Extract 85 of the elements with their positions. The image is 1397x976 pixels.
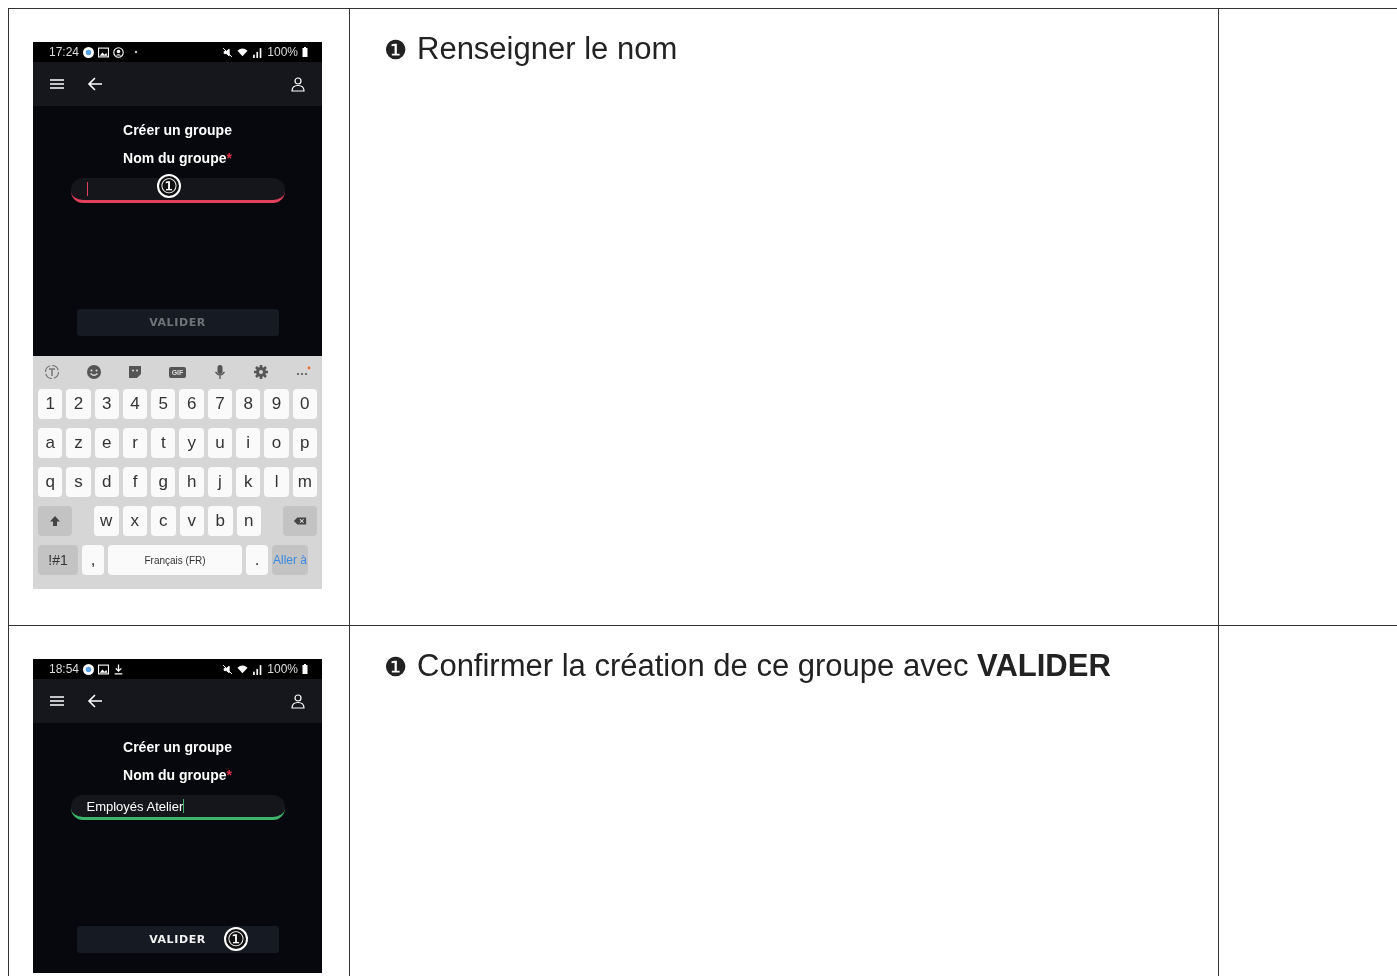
back-arrow-icon[interactable] bbox=[87, 76, 103, 92]
signal-icon bbox=[252, 663, 264, 675]
keyboard-key[interactable]: 4 bbox=[122, 389, 148, 419]
status-time: 17:24 bbox=[49, 45, 80, 59]
symbols-key[interactable]: !#1 bbox=[38, 545, 78, 575]
keyboard-key[interactable]: 5 bbox=[151, 389, 176, 419]
signal-icon bbox=[252, 46, 264, 58]
required-mark: * bbox=[226, 767, 232, 783]
keyboard-key[interactable]: t bbox=[151, 428, 176, 458]
backspace-icon bbox=[293, 515, 307, 527]
keyboard-key[interactable]: u bbox=[207, 428, 233, 458]
backspace-key[interactable] bbox=[283, 506, 317, 536]
shift-arrow-icon bbox=[48, 515, 62, 527]
period-key[interactable]: . bbox=[246, 545, 268, 575]
page-title: Créer un groupe bbox=[123, 739, 232, 755]
battery-icon bbox=[302, 47, 308, 57]
keyboard-key[interactable]: q bbox=[38, 467, 63, 497]
keyboard-key[interactable]: z bbox=[66, 428, 91, 458]
instruction-text: Confirmer la création de ce groupe avec VALIDER bbox=[417, 648, 1111, 684]
user-icon[interactable] bbox=[290, 76, 306, 92]
keyboard-key[interactable]: k bbox=[236, 467, 261, 497]
required-mark: * bbox=[226, 150, 232, 166]
step-marker: ❶ bbox=[384, 35, 407, 66]
battery-percent: 100% bbox=[267, 662, 298, 676]
keyboard-key[interactable]: n bbox=[236, 506, 261, 536]
keyboard-key[interactable]: s bbox=[66, 467, 91, 497]
menu-icon[interactable] bbox=[49, 76, 65, 92]
keyboard-key[interactable]: l bbox=[264, 467, 289, 497]
mute-icon bbox=[222, 663, 234, 675]
battery-icon bbox=[302, 664, 308, 674]
app-notification-icon bbox=[83, 46, 95, 58]
group-name-field[interactable] bbox=[70, 178, 285, 203]
settings-icon[interactable] bbox=[253, 364, 270, 380]
menu-icon[interactable] bbox=[49, 693, 65, 709]
battery-percent: 100% bbox=[267, 45, 298, 59]
app-notification-icon bbox=[83, 663, 95, 675]
keyboard-key[interactable]: g bbox=[151, 467, 176, 497]
back-arrow-icon[interactable] bbox=[87, 693, 103, 709]
keyboard-key[interactable]: 7 bbox=[207, 389, 233, 419]
keyboard-key[interactable]: j bbox=[207, 467, 233, 497]
keyboard-key[interactable]: i bbox=[236, 428, 261, 458]
keyboard-key[interactable]: w bbox=[94, 506, 119, 536]
user-icon[interactable] bbox=[290, 693, 306, 709]
keyboard-key[interactable]: 0 bbox=[292, 389, 317, 419]
keyboard-key[interactable]: v bbox=[179, 506, 204, 536]
image-icon bbox=[98, 46, 110, 58]
group-name-field[interactable]: Employés Atelier bbox=[70, 795, 285, 820]
keyboard-key[interactable]: d bbox=[94, 467, 119, 497]
wifi-icon bbox=[237, 663, 249, 675]
keyboard-key[interactable]: m bbox=[292, 467, 317, 497]
step-marker: ❶ bbox=[384, 652, 407, 683]
keyboard-key[interactable]: 3 bbox=[94, 389, 119, 419]
keyboard-key[interactable]: b bbox=[208, 506, 233, 536]
keyboard-key[interactable]: 9 bbox=[264, 389, 289, 419]
keyboard-key[interactable]: 2 bbox=[66, 389, 91, 419]
keyboard-key[interactable]: p bbox=[292, 428, 317, 458]
keyboard-key[interactable]: c bbox=[151, 506, 176, 536]
emoji-icon[interactable] bbox=[85, 364, 102, 380]
space-bar[interactable]: Français (FR) bbox=[108, 545, 242, 575]
keyboard-key[interactable]: r bbox=[122, 428, 148, 458]
keyboard-key[interactable]: a bbox=[38, 428, 63, 458]
keyboard-key[interactable]: 1 bbox=[38, 389, 63, 419]
keyboard-key[interactable]: h bbox=[179, 467, 204, 497]
keyboard-key[interactable]: x bbox=[122, 506, 147, 536]
keyboard-key[interactable]: 6 bbox=[179, 389, 204, 419]
keyboard-key[interactable]: 8 bbox=[236, 389, 261, 419]
keyboard-key[interactable]: y bbox=[179, 428, 204, 458]
image-icon bbox=[98, 663, 110, 675]
field-label: Nom du groupe bbox=[123, 150, 227, 166]
status-time: 18:54 bbox=[49, 662, 80, 676]
page-title: Créer un groupe bbox=[123, 122, 232, 138]
translate-icon[interactable] bbox=[44, 364, 60, 380]
mute-icon bbox=[222, 46, 234, 58]
validate-button[interactable]: VALIDER bbox=[76, 309, 279, 336]
shift-key[interactable] bbox=[38, 506, 72, 536]
download-icon bbox=[113, 663, 125, 675]
wifi-icon bbox=[237, 46, 249, 58]
field-label: Nom du groupe bbox=[123, 767, 227, 783]
keyboard-key[interactable]: e bbox=[94, 428, 119, 458]
account-circle-icon bbox=[113, 46, 125, 58]
keyboard-key[interactable]: o bbox=[264, 428, 289, 458]
sticker-icon[interactable] bbox=[127, 364, 144, 380]
keyboard-key[interactable]: f bbox=[122, 467, 148, 497]
instruction-text: Renseigner le nom bbox=[417, 31, 678, 67]
comma-key[interactable]: , bbox=[82, 545, 104, 575]
